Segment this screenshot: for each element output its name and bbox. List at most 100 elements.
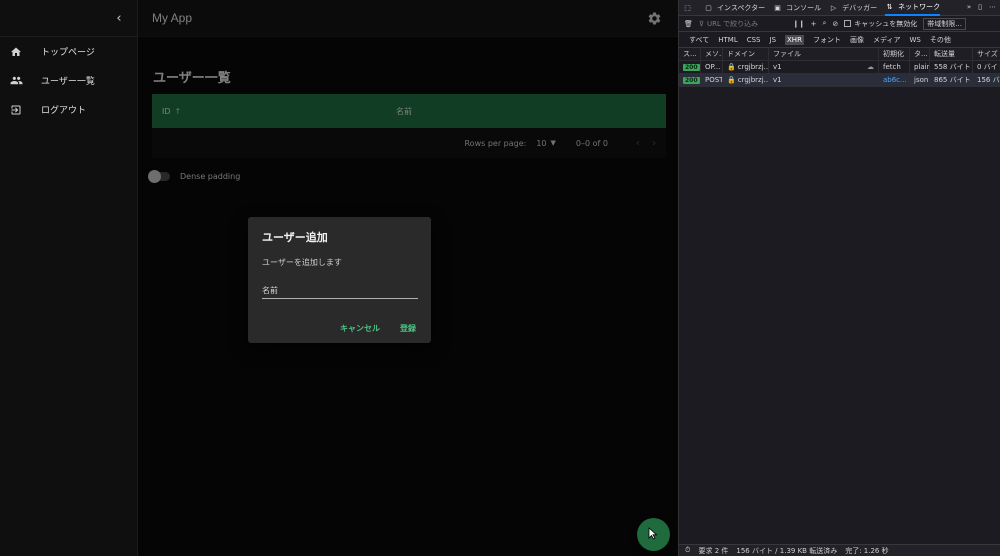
sidebar-item-logout[interactable]: ログアウト [0,95,137,124]
type-filter-html[interactable]: HTML [718,36,737,44]
request-size: 156 バ... [977,76,1000,84]
lock-icon: 🔒 [727,63,736,71]
request-file: v1 [769,74,879,86]
sidebar-item-label: ログアウト [41,106,87,116]
request-table-header: ス... メソ... ドメイン ファイル 初期化 タ... 転送量 サイズ [679,48,1000,61]
request-method: POST [701,74,723,86]
name-input[interactable]: 名前 [262,285,418,299]
sidebar-item-top-page[interactable]: トップページ [0,37,137,66]
column-header-status[interactable]: ス... [679,48,701,60]
network-icon: ⇅ [886,3,893,11]
tab-network[interactable]: ⇅ ネットワーク [885,0,941,16]
pick-element-icon[interactable]: ⬚ [683,3,696,12]
people-icon [9,74,23,88]
network-toolbar: 🗑 ⊽ URL で絞り込み ❙❙ + ⌕ ⊘ キャッシュを無効化 帯域制限... [679,16,1000,32]
request-type: json [910,74,930,86]
request-domain: 🔒 crgjbrzj... [723,61,769,73]
column-header-size[interactable]: サイズ [973,48,1000,60]
request-initiator: fetch [879,61,910,73]
column-header-file[interactable]: ファイル [769,48,879,60]
type-filter-fonts[interactable]: フォント [813,35,841,45]
request-file: v1 ☁ [769,61,879,73]
column-header-method[interactable]: メソ... [701,48,723,60]
request-transferred: 865 バイト [930,74,973,86]
sidebar-header: ‹ [0,0,137,37]
filter-icon: ⊽ [698,19,705,28]
sidebar: ‹ トップページ ユーザー一覧 ログアウト [0,0,138,556]
request-type-filters: すべて HTML CSS JS XHR フォント 画像 メディア WS その他 [679,32,1000,48]
request-transferred: 558 バイト [930,61,973,73]
sidebar-item-user-list[interactable]: ユーザー一覧 [0,66,137,95]
add-user-dialog: ユーザー追加 ユーザーを追加します 名前 キャンセル 登録 [248,217,431,343]
transferred-summary: 156 バイト / 1.39 KB 転送済み [736,546,838,555]
chevron-left-icon[interactable]: ‹ [111,10,127,26]
request-row[interactable]: 200 OP... 🔒 crgjbrzj... v1 ☁ fetch plain … [679,61,1000,74]
devtools-panel: ⬚ ▢ インスペクター ▣ コンソール ▷ デバッガー ⇅ ネットワーク » ▯… [678,0,1000,556]
type-filter-media[interactable]: メディア [873,35,901,45]
devtools-tabbar: ⬚ ▢ インスペクター ▣ コンソール ▷ デバッガー ⇅ ネットワーク » ▯… [679,0,1000,16]
column-header-type[interactable]: タ... [910,48,930,60]
home-icon [9,45,23,59]
cancel-button[interactable]: キャンセル [340,323,380,334]
pause-icon[interactable]: ❙❙ [793,20,805,28]
type-filter-other[interactable]: その他 [930,35,951,45]
network-status-bar: ⏱ 要求 2 件 156 バイト / 1.39 KB 転送済み 完了: 1.26… [679,544,1000,556]
column-header-initiator[interactable]: 初期化 [879,48,910,60]
debugger-icon: ▷ [830,3,837,12]
tab-inspector[interactable]: ▢ インスペクター [704,3,765,13]
menu-icon[interactable]: ⋯ [989,3,996,11]
console-icon: ▣ [774,3,781,12]
request-method: OP... [701,61,723,73]
timer-icon[interactable]: ⏱ [685,546,690,555]
disable-cache-label: キャッシュを無効化 [854,19,918,28]
add-user-fab[interactable] [637,518,670,551]
submit-button[interactable]: 登録 [400,323,416,334]
type-filter-css[interactable]: CSS [747,36,761,44]
request-initiator[interactable]: ab6c... [879,74,910,86]
tab-debugger[interactable]: ▷ デバッガー [829,3,877,13]
type-filter-xhr[interactable]: XHR [785,34,804,45]
url-filter-placeholder: URL で絞り込み [707,19,759,28]
url-filter-input[interactable]: ⊽ URL で絞り込み [699,19,787,29]
request-count: 要求 2 件 [698,546,729,555]
column-header-transferred[interactable]: 転送量 [930,48,973,60]
devtools-window-controls: » ▯ ⋯ [967,3,996,11]
checkbox-box [844,20,852,27]
inspector-icon: ▢ [705,3,712,12]
tab-label: コンソール [786,3,822,12]
logout-icon [9,103,23,117]
trash-icon[interactable]: 🗑 [684,20,693,28]
name-input-label: 名前 [262,286,278,295]
type-filter-js[interactable]: JS [770,36,777,44]
tab-label: インスペクター [717,3,766,12]
request-status: 200 [679,61,701,73]
request-type: plain [910,61,930,73]
request-row[interactable]: 200 POST 🔒 crgjbrzj... v1 ab6c... json 86… [679,74,1000,87]
tab-label: ネットワーク [898,3,941,11]
sidebar-item-label: ユーザー一覧 [41,77,95,87]
lock-icon: 🔒 [727,76,736,84]
sidebar-item-label: トップページ [41,48,95,58]
type-filter-images[interactable]: 画像 [850,35,864,45]
dialog-title: ユーザー追加 [262,231,328,244]
tab-label: デバッガー [842,3,878,12]
request-domain: 🔒 crgjbrzj... [723,74,769,86]
more-tabs-icon[interactable]: » [967,3,971,11]
dock-icon[interactable]: ▯ [978,3,982,11]
app-window: ‹ トップページ ユーザー一覧 ログアウト My App ユーザー一覧 ID ↑… [0,0,678,556]
tab-console[interactable]: ▣ コンソール [773,3,821,13]
throttle-select[interactable]: 帯域制限... [923,17,966,30]
finish-time: 完了: 1.26 秒 [845,546,889,555]
type-filter-ws[interactable]: WS [909,36,920,44]
dialog-text: ユーザーを追加します [262,258,342,267]
search-icon[interactable]: ⌕ [823,19,827,28]
cloud-icon: ☁ [867,63,874,71]
block-icon[interactable]: ⊘ [832,20,838,28]
request-status: 200 [679,74,701,86]
column-header-domain[interactable]: ドメイン [723,48,769,60]
cursor-icon [648,526,659,543]
plus-icon[interactable]: + [811,20,817,28]
disable-cache-checkbox[interactable]: キャッシュを無効化 [844,19,917,29]
request-size: 0 バイト [977,63,1000,71]
type-filter-all[interactable]: すべて [689,35,709,45]
